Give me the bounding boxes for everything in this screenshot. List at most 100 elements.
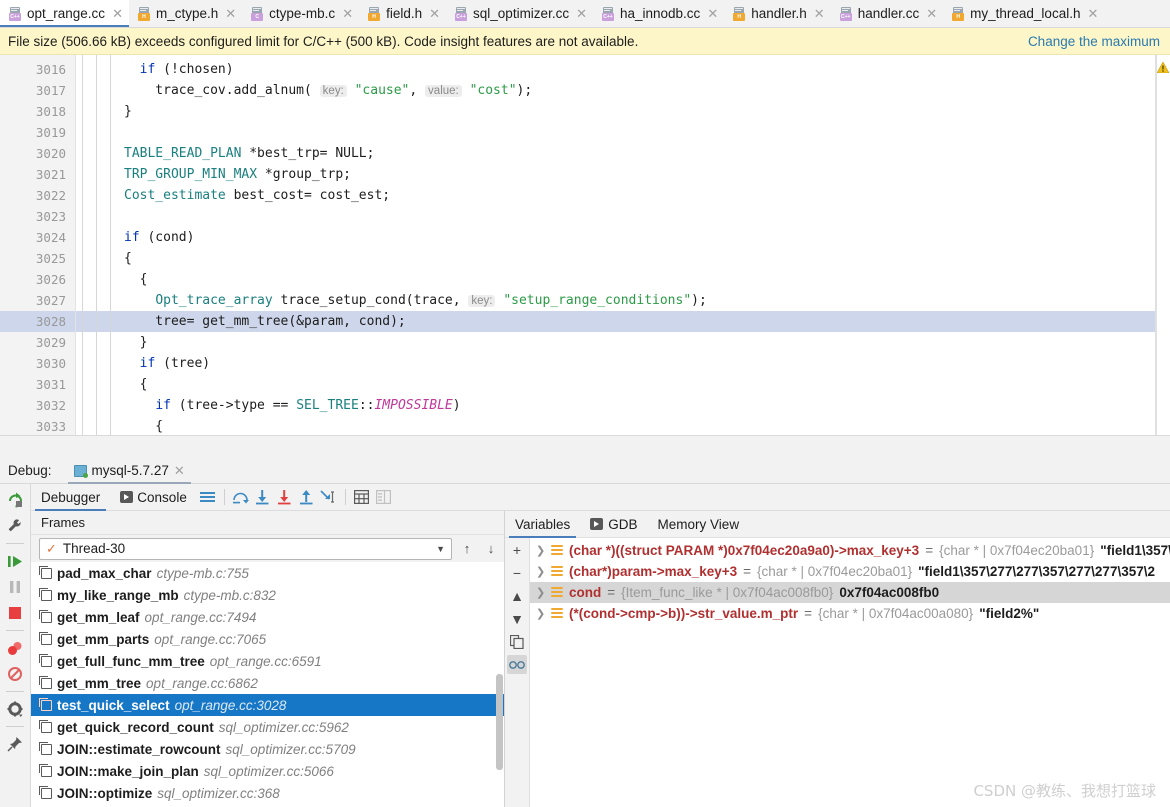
- close-icon[interactable]: ✕: [1085, 7, 1098, 20]
- close-icon[interactable]: ✕: [223, 7, 236, 20]
- frame-row[interactable]: JOIN::estimate_rowcount sql_optimizer.cc:…: [31, 738, 504, 760]
- code-line[interactable]: if (!chosen): [76, 59, 1170, 80]
- variable-row[interactable]: ❯ (char *)((struct PARAM *)0x7f04ec20a9a0…: [530, 540, 1170, 561]
- code-line[interactable]: {: [76, 416, 1170, 435]
- editor-tab-opt-range-cc[interactable]: C++ opt_range.cc ✕: [0, 0, 129, 27]
- frame-row[interactable]: get_quick_record_count sql_optimizer.cc:5…: [31, 716, 504, 738]
- code-line[interactable]: TRP_GROUP_MIN_MAX *group_trp;: [76, 164, 1170, 185]
- editor-tab-ha-innodb-cc[interactable]: C++ ha_innodb.cc ✕: [592, 0, 725, 27]
- pause-program-icon[interactable]: [4, 576, 26, 598]
- code-line[interactable]: }: [76, 332, 1170, 353]
- line-number[interactable]: 3024: [0, 227, 75, 248]
- editor-tab-ctype-mb-c[interactable]: Cctype-mb.c ✕: [242, 0, 360, 27]
- close-icon[interactable]: ✕: [427, 7, 440, 20]
- line-number[interactable]: 3020: [0, 143, 75, 164]
- step-over-icon[interactable]: [230, 487, 252, 507]
- tab-memory-view[interactable]: Memory View: [648, 511, 750, 538]
- line-number[interactable]: 3025: [0, 248, 75, 269]
- resume-program-icon[interactable]: [4, 550, 26, 572]
- line-number[interactable]: 3031: [0, 374, 75, 395]
- debug-config-tab[interactable]: mysql-5.7.27 ✕: [67, 458, 191, 484]
- code-editor[interactable]: 3016 3017 3018 3019 3020 3021 3022 3023 3024 3025…: [0, 55, 1170, 435]
- settings-wrench-icon[interactable]: [4, 515, 26, 537]
- code-line[interactable]: {: [76, 248, 1170, 269]
- code-line[interactable]: TABLE_READ_PLAN *best_trp= NULL;: [76, 143, 1170, 164]
- code-line[interactable]: [76, 206, 1170, 227]
- editor-tab-field-h[interactable]: Hfield.h ✕: [359, 0, 447, 27]
- frame-row[interactable]: my_like_range_mb ctype-mb.c:832: [31, 584, 504, 606]
- tab-console[interactable]: Console: [110, 484, 197, 511]
- settings-gear-icon[interactable]: [4, 698, 26, 720]
- tab-gdb[interactable]: GDB: [580, 511, 647, 538]
- line-number[interactable]: 3027: [0, 290, 75, 311]
- close-icon[interactable]: ✕: [574, 7, 587, 20]
- editor-tab-my-thread-local-h[interactable]: Hmy_thread_local.h ✕: [943, 0, 1105, 27]
- code-line[interactable]: Opt_trace_array trace_setup_cond(trace, …: [76, 290, 1170, 311]
- line-number[interactable]: 3016: [0, 59, 75, 80]
- chevron-down-icon[interactable]: ▼: [436, 544, 445, 554]
- tab-debugger[interactable]: Debugger: [31, 484, 110, 511]
- stop-icon[interactable]: [4, 602, 26, 624]
- frame-row[interactable]: JOIN::optimize sql_optimizer.cc:368: [31, 782, 504, 804]
- close-icon[interactable]: ✕: [924, 7, 937, 20]
- code-line[interactable]: tree= get_mm_tree(&param, cond);: [76, 311, 1170, 332]
- close-icon[interactable]: ✕: [174, 463, 185, 479]
- thread-dropdown[interactable]: ✓ Thread-30 ▼: [39, 537, 452, 560]
- line-number[interactable]: 3022: [0, 185, 75, 206]
- code-content[interactable]: if (!chosen) trace_cov.add_alnum( key: "…: [76, 55, 1170, 435]
- close-icon[interactable]: ✕: [110, 7, 123, 20]
- line-number[interactable]: 3019: [0, 122, 75, 143]
- chevron-right-icon[interactable]: ❯: [536, 544, 545, 557]
- view-breakpoints-icon[interactable]: [4, 637, 26, 659]
- editor-tab-handler-h[interactable]: Hhandler.h ✕: [724, 0, 831, 27]
- move-down-icon[interactable]: ▼: [507, 609, 527, 628]
- change-the-maximum-link[interactable]: Change the maximum: [1028, 34, 1160, 49]
- code-line[interactable]: {: [76, 269, 1170, 290]
- line-number[interactable]: 3028: [0, 311, 75, 332]
- code-line[interactable]: if (tree): [76, 353, 1170, 374]
- warning-triangle-icon[interactable]: [1157, 62, 1169, 73]
- frame-row[interactable]: get_mm_tree opt_range.cc:6862: [31, 672, 504, 694]
- line-number[interactable]: 3021: [0, 164, 75, 185]
- line-number[interactable]: 3017: [0, 80, 75, 101]
- editor-marker-bar[interactable]: [1156, 55, 1170, 435]
- tab-variables[interactable]: Variables: [505, 511, 580, 538]
- editor-debug-splitter[interactable]: [0, 435, 1170, 458]
- frame-up-button[interactable]: ↑: [458, 541, 476, 556]
- close-icon[interactable]: ✕: [340, 7, 353, 20]
- variable-row[interactable]: ❯ (*(cond->cmp->b))->str_value.m_ptr = {cha…: [530, 603, 1170, 624]
- evaluate-expression-icon[interactable]: [351, 487, 373, 507]
- code-line[interactable]: trace_cov.add_alnum( key: "cause", value…: [76, 80, 1170, 101]
- code-line[interactable]: if (cond): [76, 227, 1170, 248]
- code-line[interactable]: {: [76, 374, 1170, 395]
- run-to-cursor-icon[interactable]: [318, 487, 340, 507]
- move-up-icon[interactable]: ▲: [507, 586, 527, 605]
- editor-tab-sql-optimizer-cc[interactable]: C++ sql_optimizer.cc ✕: [446, 0, 593, 27]
- copy-value-icon[interactable]: [507, 632, 527, 651]
- chevron-right-icon[interactable]: ❯: [536, 586, 545, 599]
- editor-tab-handler-cc[interactable]: C++ handler.cc ✕: [830, 0, 944, 27]
- mute-breakpoints-icon[interactable]: [4, 663, 26, 685]
- line-number[interactable]: 3018: [0, 101, 75, 122]
- menu-icon[interactable]: [197, 487, 219, 507]
- variables-list[interactable]: ❯ (char *)((struct PARAM *)0x7f04ec20a9a0…: [530, 538, 1170, 807]
- editor-tab-m-ctype-h[interactable]: Hm_ctype.h ✕: [128, 0, 243, 27]
- line-number[interactable]: 3023: [0, 206, 75, 227]
- close-icon[interactable]: ✕: [812, 7, 825, 20]
- rerun-icon[interactable]: [4, 489, 26, 511]
- code-line[interactable]: if (tree->type == SEL_TREE::IMPOSSIBLE): [76, 395, 1170, 416]
- code-line[interactable]: [76, 122, 1170, 143]
- frame-row[interactable]: get_mm_parts opt_range.cc:7065: [31, 628, 504, 650]
- line-number[interactable]: 3032: [0, 395, 75, 416]
- remove-watch-icon[interactable]: −: [507, 563, 527, 582]
- chevron-right-icon[interactable]: ❯: [536, 607, 545, 620]
- add-watch-icon[interactable]: +: [507, 540, 527, 559]
- line-number[interactable]: 3026: [0, 269, 75, 290]
- code-line[interactable]: Cost_estimate best_cost= cost_est;: [76, 185, 1170, 206]
- chevron-right-icon[interactable]: ❯: [536, 565, 545, 578]
- frames-scrollbar[interactable]: [496, 674, 503, 770]
- frame-row[interactable]: pad_max_char ctype-mb.c:755: [31, 562, 504, 584]
- force-step-into-icon[interactable]: [274, 487, 296, 507]
- step-out-icon[interactable]: [296, 487, 318, 507]
- frame-row[interactable]: JOIN::make_join_plan sql_optimizer.cc:506…: [31, 760, 504, 782]
